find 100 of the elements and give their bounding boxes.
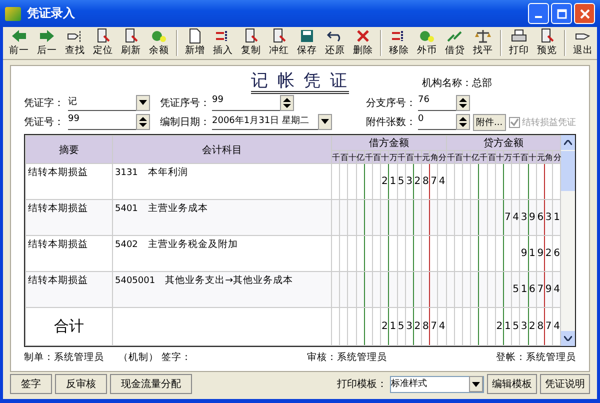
- table-cell: 结转本期损益: [26, 272, 112, 308]
- toolbar-button[interactable]: 预览: [533, 28, 562, 58]
- print-template-dropdown[interactable]: 标准样式: [390, 376, 484, 392]
- toolbar-button[interactable]: 借贷: [441, 28, 470, 58]
- toolbar-button[interactable]: 后一: [33, 28, 62, 58]
- table-cell: 结转本期损益: [26, 200, 112, 236]
- column-header: 借方金额: [332, 136, 446, 150]
- toolbar-button[interactable]: 还原: [321, 28, 350, 58]
- toolbar-button[interactable]: 前一: [5, 28, 34, 58]
- amount-digit: 9: [537, 248, 544, 259]
- toolbar-button[interactable]: 保存: [293, 28, 322, 58]
- amount-digit: 3: [545, 212, 552, 223]
- amount-digit: 2: [545, 248, 552, 259]
- amount-digit: 3: [406, 321, 412, 332]
- coins-icon: [418, 28, 436, 44]
- spin-field[interactable]: 99: [212, 95, 294, 111]
- amount-digit: 9: [529, 212, 536, 223]
- app-icon: [5, 6, 21, 20]
- action-button[interactable]: 凭证说明: [540, 374, 590, 394]
- action-button[interactable]: 反审核: [55, 374, 107, 394]
- amount-digit: 4: [554, 284, 560, 295]
- coins-icon: [150, 28, 168, 44]
- spin-arrows-icon: [459, 96, 467, 108]
- toolbar-button[interactable]: 移除: [385, 28, 414, 58]
- spin-field[interactable]: 76: [418, 95, 470, 111]
- scrollbar-thumb[interactable]: [561, 151, 575, 191]
- amount-digit: 4: [438, 321, 446, 332]
- amount-digit: 2: [382, 176, 388, 187]
- action-button[interactable]: 编辑模板: [487, 374, 537, 394]
- amount-digit: 6: [529, 284, 536, 295]
- amount-digit: 3: [520, 321, 528, 332]
- toolbar-button[interactable]: 复制: [237, 28, 266, 58]
- scrollbar[interactable]: [561, 135, 575, 346]
- print-template-label: 打印模板：: [337, 378, 387, 391]
- amount-digit: 4: [554, 321, 560, 332]
- amount-digit: 8: [422, 176, 429, 187]
- amount-digit: 3: [520, 212, 528, 223]
- toolbar-button[interactable]: 打印: [504, 28, 533, 58]
- toolbar-button[interactable]: 刷新: [117, 28, 146, 58]
- minimize-icon: [535, 16, 542, 18]
- scroll-down-icon: [564, 336, 572, 341]
- toolbar-button[interactable]: 退出: [568, 28, 597, 58]
- signature-text: （机制） 签字：: [118, 350, 192, 364]
- close-icon: [580, 8, 590, 18]
- signature-text: 审核：系统管理员: [307, 350, 388, 364]
- amount-digit: 2: [414, 321, 421, 332]
- spin-field[interactable]: 0: [418, 114, 470, 130]
- amount-digit: 9: [520, 248, 528, 259]
- action-button[interactable]: 签字: [10, 374, 52, 394]
- column-header: 摘要: [26, 136, 112, 164]
- toolbar-button[interactable]: 找平: [469, 28, 498, 58]
- amount-digit: 1: [390, 176, 396, 187]
- field-label: 分支序号：: [366, 96, 414, 110]
- amount-digit: 4: [512, 212, 519, 223]
- close-button[interactable]: [574, 3, 595, 24]
- toolbar-button[interactable]: 插入: [209, 28, 238, 58]
- toolbar-button[interactable]: 新增: [181, 28, 210, 58]
- amount-digit: 1: [504, 321, 511, 332]
- field-label: 凭证号：: [24, 116, 64, 129]
- amount-digit: 2: [496, 321, 503, 332]
- toolbar-button[interactable]: 删除: [349, 28, 378, 58]
- amount-digit: 9: [545, 284, 552, 295]
- amount-digit: 6: [554, 248, 560, 259]
- toolbar-button[interactable]: 余额: [145, 28, 174, 58]
- amount-digit: 1: [554, 212, 560, 223]
- amount-digit: 7: [430, 321, 438, 332]
- amount-digit: 2: [414, 176, 421, 187]
- amount-digit: 1: [529, 248, 536, 259]
- dropdown-arrow-icon: [472, 382, 480, 386]
- dropdown-field[interactable]: 记: [68, 95, 150, 111]
- action-button[interactable]: 现金流量分配: [110, 374, 192, 394]
- dropdown-arrow-icon: [139, 100, 147, 105]
- dropdown-field[interactable]: 2006年1月31日 星期二: [212, 114, 332, 130]
- field-label: 凭证字：: [24, 96, 64, 110]
- amount-digit: 7: [537, 284, 544, 295]
- amount-digit: 8: [422, 321, 429, 332]
- amount-digit: 2: [382, 321, 388, 332]
- total-label: 合计: [54, 317, 84, 335]
- arrow-right-icon: [38, 28, 56, 44]
- spin-field[interactable]: 99: [68, 114, 150, 130]
- maximize-icon: [556, 8, 566, 18]
- amount-digit: 5: [512, 321, 519, 332]
- amount-digit: 4: [438, 176, 446, 187]
- printer-icon: [510, 28, 528, 44]
- amount-digit: 7: [430, 176, 438, 187]
- balance-scale-icon: [474, 28, 492, 44]
- toolbar-button[interactable]: 冲红: [265, 28, 294, 58]
- checkmark-icon: [510, 118, 519, 126]
- toolbar-button[interactable]: 定位: [89, 28, 118, 58]
- amount-digit: 2: [529, 321, 536, 332]
- amount-digit: 1: [390, 321, 396, 332]
- toolbar-button[interactable]: 外币: [413, 28, 442, 58]
- maximize-button[interactable]: [551, 3, 572, 24]
- minimize-button[interactable]: [528, 3, 549, 24]
- spin-arrows-icon: [139, 116, 147, 128]
- amount-digit: 5: [398, 321, 404, 332]
- signature-text: 登帐：系统管理员: [496, 350, 576, 364]
- attachment-button[interactable]: 附件...: [473, 114, 506, 130]
- toolbar-button[interactable]: 查找: [61, 28, 90, 58]
- amount-digit: 6: [537, 212, 544, 223]
